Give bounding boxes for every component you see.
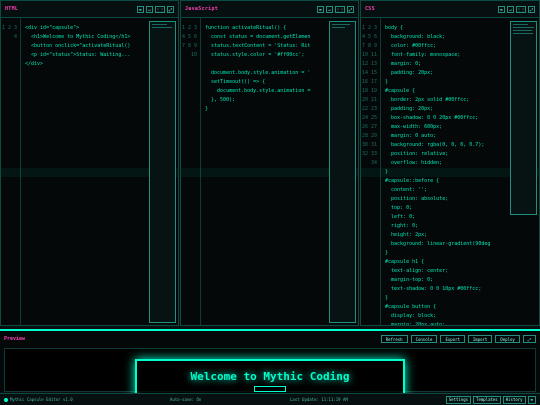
css-pane-header: CSS ≡ ↵ ⋮⋮ ⤢ xyxy=(361,1,539,18)
status-dot-icon xyxy=(4,397,8,402)
settings-button[interactable]: Settings xyxy=(445,395,472,404)
refresh-button[interactable]: Refresh xyxy=(380,335,408,343)
html-pane-title: HTML xyxy=(5,6,19,12)
app-version: Mythic Capsule Editor v1.0 xyxy=(10,397,73,402)
format-icon[interactable]: ≡ xyxy=(137,5,144,13)
preview-title: Preview xyxy=(4,336,26,342)
capsule-heading: Welcome to Mythic Coding xyxy=(190,370,350,383)
expand-icon[interactable]: ⤢ xyxy=(167,5,174,13)
minimap-line xyxy=(513,24,528,25)
preview-panel: Preview Refresh Console Export Import De… xyxy=(0,329,540,399)
minimap-line xyxy=(332,27,345,28)
wrap-icon[interactable]: ↵ xyxy=(507,5,514,13)
status-bar: Mythic Capsule Editor v1.0 Auto-save: On… xyxy=(0,393,540,405)
split-icon[interactable]: ⋮⋮ xyxy=(335,5,345,13)
minimap-line xyxy=(152,24,167,25)
autosave-status: Auto-save: On xyxy=(170,397,202,402)
menu-icon[interactable]: ≡ xyxy=(527,395,536,404)
js-pane-title: JavaScript xyxy=(185,6,219,12)
minimap-line xyxy=(513,33,533,34)
expand-icon[interactable]: ⤢ xyxy=(528,5,535,13)
js-pane-header: JavaScript ≡ ↵ ⋮⋮ ⤢ xyxy=(181,1,358,18)
css-pane-title: CSS xyxy=(365,6,375,12)
wrap-icon[interactable]: ↵ xyxy=(146,5,153,13)
activate-ritual-button[interactable] xyxy=(254,386,286,392)
deploy-button[interactable]: Deploy xyxy=(495,335,520,343)
js-minimap[interactable] xyxy=(329,21,356,323)
export-button[interactable]: Export xyxy=(440,335,465,343)
minimap-line xyxy=(152,27,172,28)
minimap-line xyxy=(513,27,535,28)
expand-icon[interactable]: ⤢ xyxy=(347,5,354,13)
last-update: Last Update: 11:11:19 AM xyxy=(290,397,348,402)
html-pane: HTML ≡ ↵ ⋮⋮ ⤢ 1 2 3 4 <div id="capsule">… xyxy=(0,0,179,326)
format-icon[interactable]: ≡ xyxy=(317,5,324,13)
preview-header: Preview Refresh Console Export Import De… xyxy=(0,331,540,347)
html-pane-header: HTML ≡ ↵ ⋮⋮ ⤢ xyxy=(1,1,178,18)
css-pane: CSS ≡ ↵ ⋮⋮ ⤢ 1 2 3 4 5 6 7 8 9 10 11 12 … xyxy=(360,0,540,326)
templates-button[interactable]: Templates xyxy=(473,395,501,404)
minimap-line xyxy=(332,24,350,25)
history-button[interactable]: History xyxy=(502,395,526,404)
format-icon[interactable]: ≡ xyxy=(498,5,505,13)
split-icon[interactable]: ⋮⋮ xyxy=(516,5,526,13)
import-button[interactable]: Import xyxy=(467,335,493,343)
console-button[interactable]: Console xyxy=(410,335,438,343)
preview-frame: Welcome to Mythic Coding xyxy=(4,348,536,399)
css-minimap[interactable] xyxy=(510,21,537,215)
minimap-line xyxy=(513,30,532,31)
wrap-icon[interactable]: ↵ xyxy=(326,5,333,13)
js-pane: JavaScript ≡ ↵ ⋮⋮ ⤢ 1 2 3 4 5 6 7 8 9 10… xyxy=(180,0,359,326)
html-minimap[interactable] xyxy=(149,21,176,323)
expand-icon[interactable]: ⤢ xyxy=(522,335,536,343)
split-icon[interactable]: ⋮⋮ xyxy=(155,5,165,13)
